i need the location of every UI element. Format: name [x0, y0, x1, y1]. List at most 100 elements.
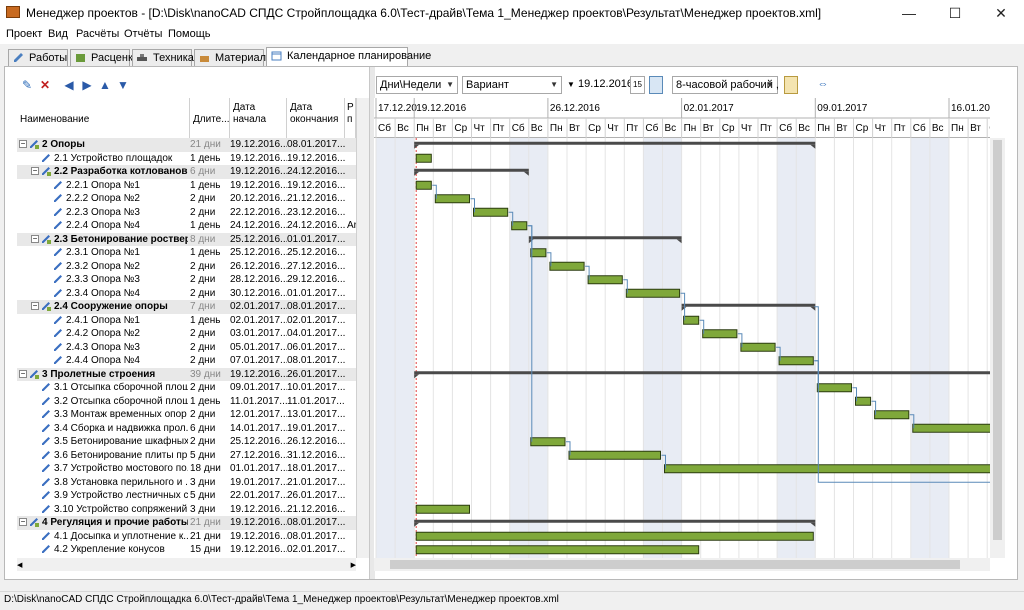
task-duration: 15 дни [190, 544, 221, 555]
calendar-badge-icon[interactable]: 15 [630, 76, 645, 94]
grid-vertical-scrollbar[interactable] [356, 98, 370, 558]
date-field[interactable]: ▼ 19.12.2016 [564, 76, 633, 94]
task-name: 2.4.2 Опора №2 [66, 328, 140, 339]
minimize-button[interactable]: — [886, 0, 932, 26]
day-label: Вт [703, 123, 714, 134]
edit-icon[interactable]: ✎ [20, 78, 34, 92]
table-row[interactable]: 3.4 Сборка и надвижка прол... 6 дни 14.01.… [17, 422, 356, 436]
calendar-combo[interactable]: 8-часовой рабочий , ▼ [672, 76, 779, 94]
task-icon [42, 477, 50, 486]
tab-calendar-planning[interactable]: Календарное планирование [266, 47, 431, 67]
table-row[interactable]: 2.2.1 Опора №1 1 день 19.12.2016... 19.12.2… [17, 179, 356, 193]
day-label: Вс [397, 123, 409, 134]
table-row[interactable]: 3.6 Бетонирование плиты пр... 5 дни 27.12.… [17, 449, 356, 463]
table-row[interactable]: 2.2.2 Опора №2 2 дни 20.12.2016... 21.12.20… [17, 192, 356, 206]
arrow-down-icon[interactable]: ▼ [116, 78, 130, 92]
day-label: Пн [416, 123, 429, 134]
task-bar [778, 356, 814, 366]
column-extra[interactable]: Р п [345, 98, 356, 138]
day-label: Пт [626, 123, 638, 134]
menu-reports[interactable]: Отчёты [124, 28, 162, 40]
table-row[interactable]: 2.3.1 Опора №1 1 день 25.12.2016... 25.12.2… [17, 246, 356, 260]
table-row[interactable]: − 4 Регуляция и прочие работы 21 дни 19.12.… [17, 516, 356, 530]
collapse-icon[interactable]: − [31, 167, 39, 176]
maximize-button[interactable]: ☐ [932, 0, 978, 26]
task-extra [347, 138, 356, 152]
task-extra [347, 192, 356, 206]
table-row[interactable]: − 2.3 Бетонирование ростверка 8 дни 25.12.2… [17, 232, 356, 246]
table-row[interactable]: 2.4.4 Опора №4 2 дни 07.01.2017... 08.01.20… [17, 354, 356, 368]
table-row[interactable]: 3.2 Отсыпка сборочной площ... 1 день 11.01… [17, 395, 356, 409]
tab-machinery[interactable]: Техника [132, 49, 194, 66]
table-row[interactable]: 3.5 Бетонирование шкафных... 2 дни 25.12.2… [17, 435, 356, 449]
scroll-thumb[interactable] [993, 140, 1002, 540]
table-row[interactable]: 3.9 Устройство лестничных с... 5 дни 22.01… [17, 489, 356, 503]
tab-materials[interactable]: Материалы [194, 49, 274, 66]
table-row[interactable]: 2.2.4 Опора №4 1 день 24.12.2016... 24.12.2… [17, 219, 356, 233]
menu-project[interactable]: Проект [6, 28, 42, 40]
table-row[interactable]: 3.1 Отсыпка сборочной площ... 2 дни 09.01.… [17, 381, 356, 395]
collapse-icon[interactable]: − [19, 369, 27, 378]
delete-icon[interactable]: ✕ [38, 78, 52, 92]
task-extra [347, 314, 356, 328]
arrow-right-icon[interactable]: ▶ [80, 78, 94, 92]
task-bar [530, 248, 547, 258]
week-label: 09.01.2017 [817, 103, 867, 114]
scroll-right-icon[interactable]: ▶ [351, 561, 356, 569]
menu-calculations[interactable]: Расчёты [76, 28, 119, 40]
table-row[interactable]: 2.3.4 Опора №4 2 дни 30.12.2016... 01.01.20… [17, 287, 356, 301]
grid-horizontal-scrollbar[interactable]: ◀ ▶ [17, 558, 356, 571]
task-name: 3.5 Бетонирование шкафных... [54, 436, 188, 447]
scroll-left-icon[interactable]: ◀ [17, 561, 22, 569]
task-end-date: 19.12.2016... [287, 179, 345, 191]
table-row[interactable]: − 3 Пролетные строения 39 дни 19.12.2016...… [17, 367, 356, 381]
column-end[interactable]: Дата окончания [287, 98, 345, 138]
table-row[interactable]: 2.4.1 Опора №1 1 день 02.01.2017... 02.01.2… [17, 314, 356, 328]
collapse-icon[interactable]: − [31, 302, 39, 311]
table-row[interactable]: − 2 Опоры 21 дни 19.12.2016... 08.01.2017... [17, 138, 356, 152]
table-row[interactable]: 4.1 Досыпка и уплотнение к... 21 дни 19.12… [17, 530, 356, 544]
tab-works[interactable]: Работы [8, 49, 68, 66]
menu-view[interactable]: Вид [48, 28, 68, 40]
column-name[interactable]: Наименование [17, 98, 190, 138]
table-row[interactable]: 3.3 Монтаж временных опор 2 дни 12.01.2017… [17, 408, 356, 422]
collapse-icon[interactable]: − [19, 518, 27, 527]
table-row[interactable]: 3.8 Установка перильного и ... 3 дни 19.01… [17, 476, 356, 490]
note-icon[interactable] [784, 76, 798, 94]
task-end-date: 10.01.2017... [287, 382, 345, 393]
task-end-date: 01.01.2017... [287, 233, 345, 245]
column-duration[interactable]: Длите... [190, 98, 230, 138]
gantt-horizontal-scrollbar[interactable] [374, 558, 990, 571]
column-start[interactable]: Дата начала [230, 98, 287, 138]
task-end-date: 19.01.2017... [287, 422, 345, 434]
menu-help[interactable]: Помощь [168, 28, 211, 40]
table-row[interactable]: 2.4.3 Опора №3 2 дни 05.01.2017... 06.01.20… [17, 341, 356, 355]
scale-combo[interactable]: Дни\Недели ▼ [376, 76, 458, 94]
table-row[interactable]: 2.1 Устройство площадок 1 день 19.12.2016.… [17, 152, 356, 166]
table-row[interactable]: 4.2 Укрепление конусов 15 дни 19.12.2016..… [17, 543, 356, 557]
collapse-icon[interactable]: − [19, 140, 27, 149]
copy-icon[interactable] [649, 76, 663, 94]
table-row[interactable]: 2.3.3 Опора №3 2 дни 28.12.2016... 29.12.20… [17, 273, 356, 287]
table-row[interactable]: 2.4.2 Опора №2 2 дни 03.01.2017... 04.01.20… [17, 327, 356, 341]
gantt-vertical-scrollbar[interactable] [990, 138, 1005, 558]
table-row[interactable]: 2.3.2 Опора №2 2 дни 26.12.2016... 27.12.20… [17, 260, 356, 274]
arrow-up-icon[interactable]: ▲ [98, 78, 112, 92]
table-row[interactable]: 3.10 Устройство сопряжений 3 дни 19.12.201… [17, 503, 356, 517]
table-row[interactable]: − 2.4 Сооружение опоры 7 дни 02.01.2017... 0… [17, 300, 356, 314]
refresh-icon[interactable]: ⇔ [814, 76, 832, 94]
task-end-date: 06.01.2017... [287, 341, 345, 353]
task-name-cell: 3.7 Устройство мостового по... [17, 462, 188, 476]
collapse-icon[interactable]: − [31, 234, 39, 243]
task-start-date: 12.01.2017... [230, 409, 287, 420]
task-bar [702, 329, 738, 339]
task-grid-header: Наименование Длите... Дата начала Дата о… [17, 98, 356, 139]
arrow-left-icon[interactable]: ◀ [62, 78, 76, 92]
close-button[interactable]: ✕ [978, 0, 1024, 26]
table-row[interactable]: 3.7 Устройство мостового по... 18 дни 01.0… [17, 462, 356, 476]
scroll-thumb[interactable] [390, 560, 960, 569]
table-row[interactable]: 2.2.3 Опора №3 2 дни 22.12.2016... 23.12.20… [17, 206, 356, 220]
tab-rates[interactable]: Расценки [70, 49, 139, 66]
variant-combo[interactable]: Вариант ▼ [462, 76, 562, 94]
table-row[interactable]: − 2.2 Разработка котлованов 6 дни 19.12.201… [17, 165, 356, 179]
